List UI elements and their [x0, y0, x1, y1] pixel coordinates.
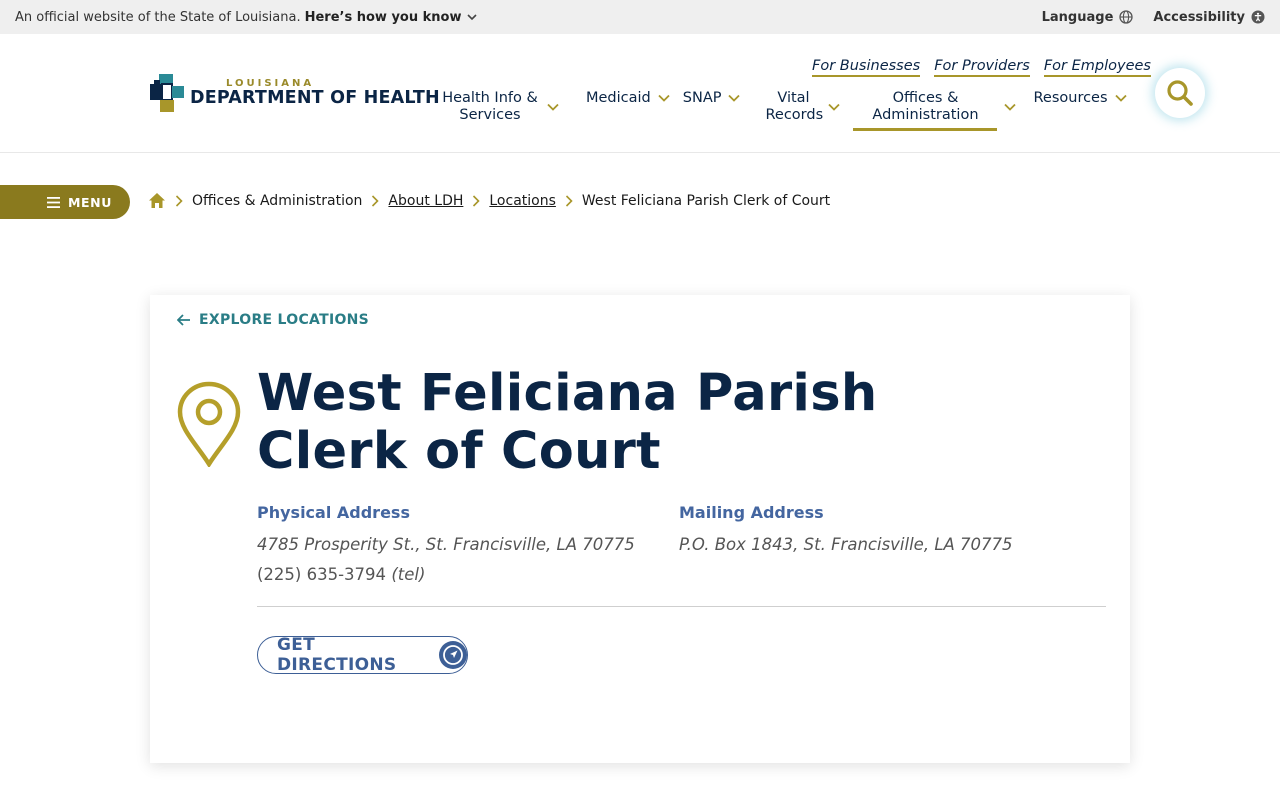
nav-medicaid-label: Medicaid	[586, 90, 651, 106]
nav-vital-records[interactable]: Vital Records	[765, 90, 841, 124]
chevron-right-icon	[473, 194, 481, 207]
nav-snap[interactable]: SNAP	[683, 90, 742, 107]
how-you-know-toggle[interactable]: Here’s how you know	[305, 10, 462, 25]
chevron-down-icon[interactable]	[465, 10, 479, 24]
search-button[interactable]	[1155, 68, 1205, 118]
nav-resources-label: Resources	[1033, 90, 1108, 106]
get-directions-label: GET DIRECTIONS	[277, 635, 397, 675]
mailing-address-value: P.O. Box 1843, St. Francisville, LA 7077…	[679, 535, 1013, 554]
navigation-arrow-icon	[439, 641, 467, 669]
location-pin-icon	[177, 381, 241, 467]
breadcrumb: Offices & Administration About LDH Locat…	[148, 192, 830, 209]
phone-number[interactable]: (225) 635-3794 (tel)	[257, 560, 635, 590]
ldh-cross-logo-icon	[150, 74, 184, 112]
nav-medicaid[interactable]: Medicaid	[586, 90, 671, 107]
accessibility-button[interactable]: Accessibility	[1153, 10, 1265, 25]
ldh-logo[interactable]: LOUISIANA DEPARTMENT OF HEALTH	[150, 74, 440, 112]
main-nav: Health Info & Services Medicaid SNAP Vit…	[440, 90, 1128, 134]
chevron-down-icon	[547, 103, 559, 111]
logo-department-text: DEPARTMENT OF HEALTH	[190, 87, 440, 108]
home-icon[interactable]	[148, 192, 166, 209]
accessibility-label: Accessibility	[1153, 9, 1245, 25]
nav-resources[interactable]: Resources	[1033, 90, 1127, 107]
language-button[interactable]: Language	[1042, 10, 1134, 25]
chevron-down-icon	[658, 94, 670, 102]
nav-offices-administration[interactable]: Offices & Administration	[853, 90, 1017, 131]
globe-icon	[1119, 10, 1134, 24]
chevron-down-icon	[728, 94, 741, 102]
explore-locations-link[interactable]: EXPLORE LOCATIONS	[177, 312, 369, 328]
get-directions-button[interactable]: GET DIRECTIONS	[257, 635, 468, 675]
location-card: EXPLORE LOCATIONS West Feliciana Parish …	[150, 295, 1130, 763]
menu-button[interactable]: MENU	[0, 185, 130, 219]
physical-address-value: 4785 Prosperity St., St. Francisville, L…	[257, 535, 635, 554]
official-banner: An official website of the State of Loui…	[0, 0, 1280, 34]
breadcrumb-about-ldh[interactable]: About LDH	[388, 193, 463, 209]
accessibility-icon	[1251, 10, 1265, 24]
nav-offices-label: Offices & Administration	[853, 90, 998, 131]
physical-address-label: Physical Address	[257, 503, 410, 522]
phone-suffix: (tel)	[391, 565, 426, 584]
audience-links: For Businesses For Providers For Employe…	[812, 58, 1151, 77]
mailing-address-block: Mailing Address P.O. Box 1843, St. Franc…	[679, 503, 1013, 560]
explore-locations-label: EXPLORE LOCATIONS	[199, 312, 370, 328]
breadcrumb-offices[interactable]: Offices & Administration	[192, 193, 362, 209]
chevron-right-icon	[175, 194, 183, 207]
arrow-left-icon	[177, 314, 190, 326]
phone-value: (225) 635-3794	[257, 565, 387, 584]
chevron-right-icon	[372, 194, 380, 207]
menu-label: MENU	[68, 194, 112, 210]
divider	[257, 606, 1106, 607]
breadcrumb-locations[interactable]: Locations	[489, 193, 556, 209]
search-icon	[1167, 80, 1193, 106]
official-text: An official website of the State of Loui…	[15, 9, 301, 25]
hamburger-icon	[47, 196, 60, 208]
chevron-down-icon	[1114, 94, 1127, 102]
nav-vital-records-label: Vital Records	[765, 90, 824, 123]
physical-address-block: Physical Address 4785 Prosperity St., St…	[257, 503, 635, 590]
chevron-right-icon	[565, 194, 573, 207]
chevron-down-icon	[828, 103, 841, 111]
nav-snap-label: SNAP	[682, 90, 722, 106]
nav-health-info-label: Health Info & Services	[442, 90, 538, 123]
site-header: LOUISIANA DEPARTMENT OF HEALTH For Busin…	[0, 34, 1280, 153]
mailing-address-label: Mailing Address	[679, 503, 824, 522]
official-notice: An official website of the State of Loui…	[15, 10, 479, 25]
page-title: West Feliciana Parish Clerk of Court	[257, 364, 878, 481]
for-employees-link[interactable]: For Employees	[1043, 58, 1151, 77]
breadcrumb-current: West Feliciana Parish Clerk of Court	[581, 192, 831, 209]
for-businesses-link[interactable]: For Businesses	[812, 58, 921, 77]
chevron-down-icon	[1004, 103, 1017, 111]
nav-health-info[interactable]: Health Info & Services	[440, 90, 574, 124]
for-providers-link[interactable]: For Providers	[934, 58, 1030, 77]
language-label: Language	[1041, 9, 1114, 25]
